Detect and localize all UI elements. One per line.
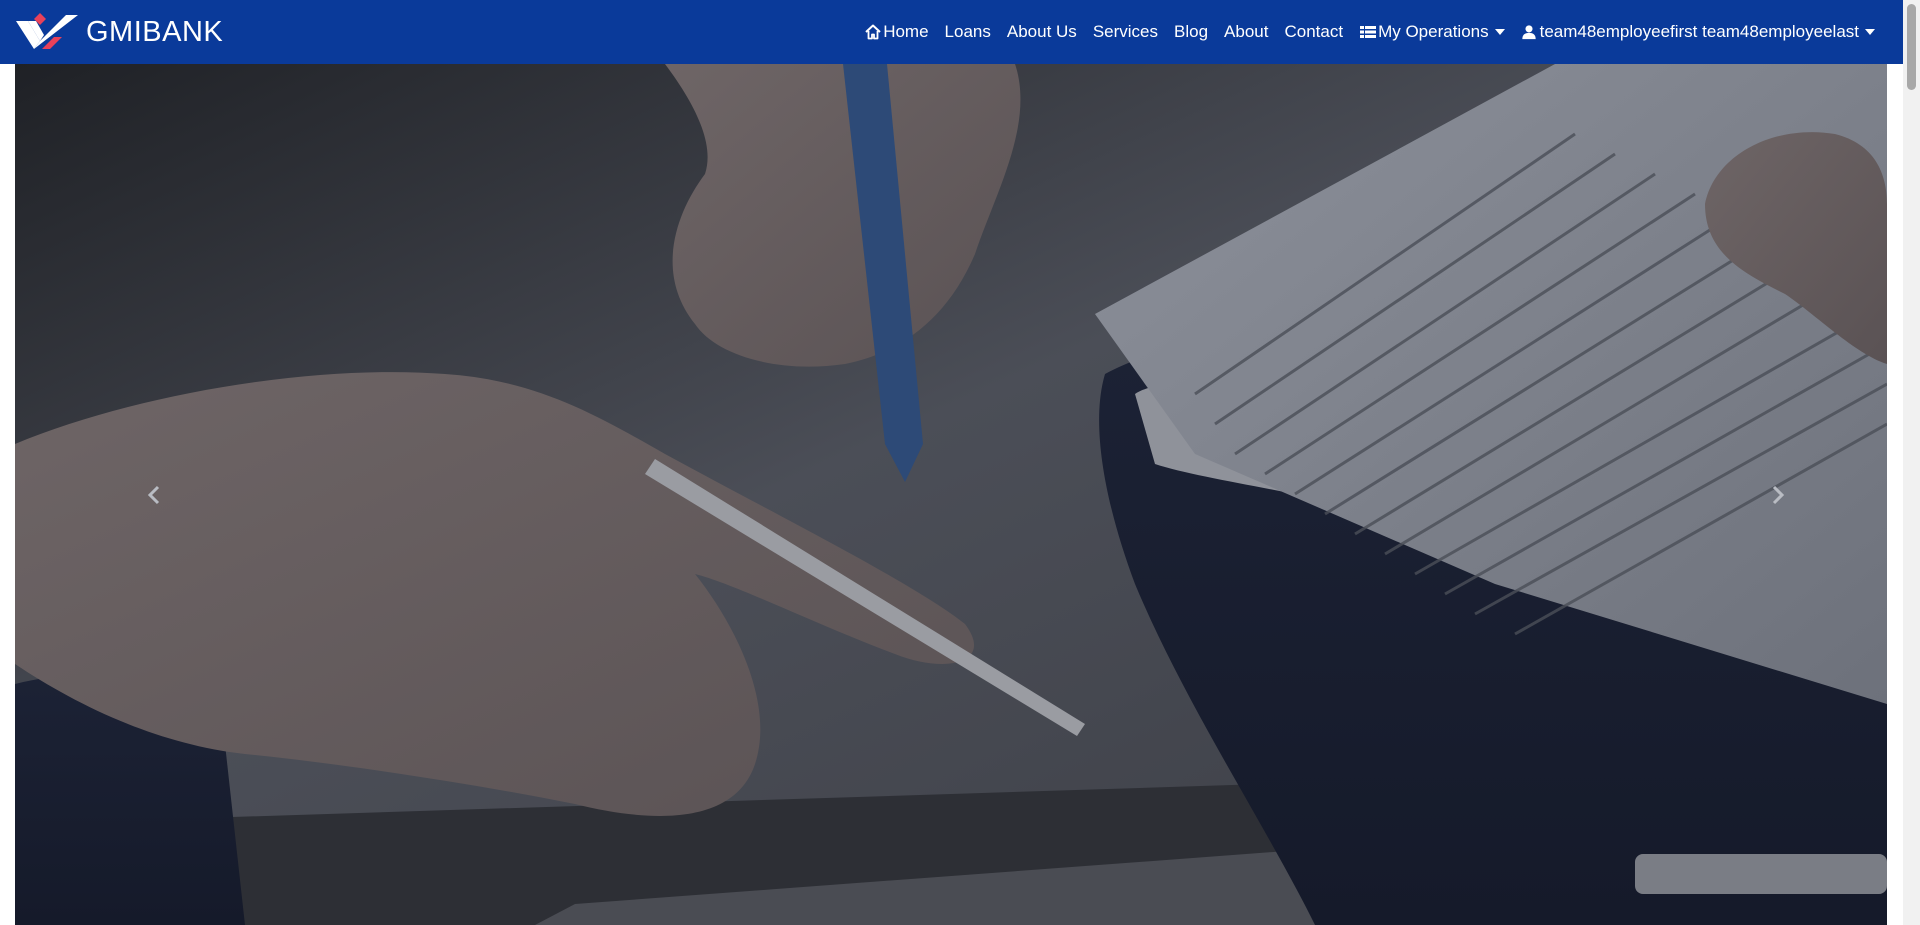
nav-user-label: team48employeefirst team48employeelast: [1539, 22, 1859, 41]
nav-blog[interactable]: Blog: [1166, 22, 1216, 42]
hero-carousel: [15, 64, 1887, 925]
brand-name: GMIBANK: [86, 15, 224, 48]
user-icon: [1521, 23, 1539, 41]
chevron-right-icon: [1772, 485, 1785, 504]
nav-services-label: Services: [1092, 22, 1158, 41]
nav-user-dropdown[interactable]: team48employeefirst team48employeelast: [1513, 22, 1883, 42]
nav-home[interactable]: Home: [856, 22, 936, 42]
carousel-next-button[interactable]: [1677, 64, 1877, 925]
nav-menu: Home Loans About Us Services Blog About …: [856, 22, 1883, 42]
home-icon: [864, 23, 882, 41]
nav-about[interactable]: About: [1216, 22, 1276, 42]
scrollbar-thumb[interactable]: [1907, 4, 1916, 90]
page-scrollbar[interactable]: [1903, 0, 1920, 925]
top-navbar: GMIBANK Home Loans About Us Services Blo…: [0, 0, 1903, 64]
business-document-photo: [15, 64, 1887, 925]
brand-link[interactable]: GMIBANK: [14, 9, 223, 55]
nav-blog-label: Blog: [1174, 22, 1209, 41]
gmibank-logo-icon: [16, 13, 78, 49]
nav-about-us-label: About Us: [1006, 22, 1077, 41]
caret-down-icon: [1494, 29, 1505, 35]
nav-loans-label: Loans: [944, 22, 991, 41]
nav-contact-label: Contact: [1284, 22, 1344, 41]
nav-about-us[interactable]: About Us: [999, 22, 1085, 42]
nav-services[interactable]: Services: [1085, 22, 1166, 42]
carousel-prev-button[interactable]: [55, 64, 255, 925]
nav-contact[interactable]: Contact: [1276, 22, 1351, 42]
nav-loans[interactable]: Loans: [937, 22, 999, 42]
chevron-left-icon: [147, 485, 160, 504]
nav-about-label: About: [1224, 22, 1269, 41]
nav-my-operations-label: My Operations: [1378, 22, 1489, 41]
nav-home-label: Home: [883, 22, 929, 41]
nav-my-operations-dropdown[interactable]: My Operations: [1351, 22, 1513, 42]
table-list-icon: [1359, 23, 1377, 41]
caret-down-icon: [1865, 29, 1875, 35]
